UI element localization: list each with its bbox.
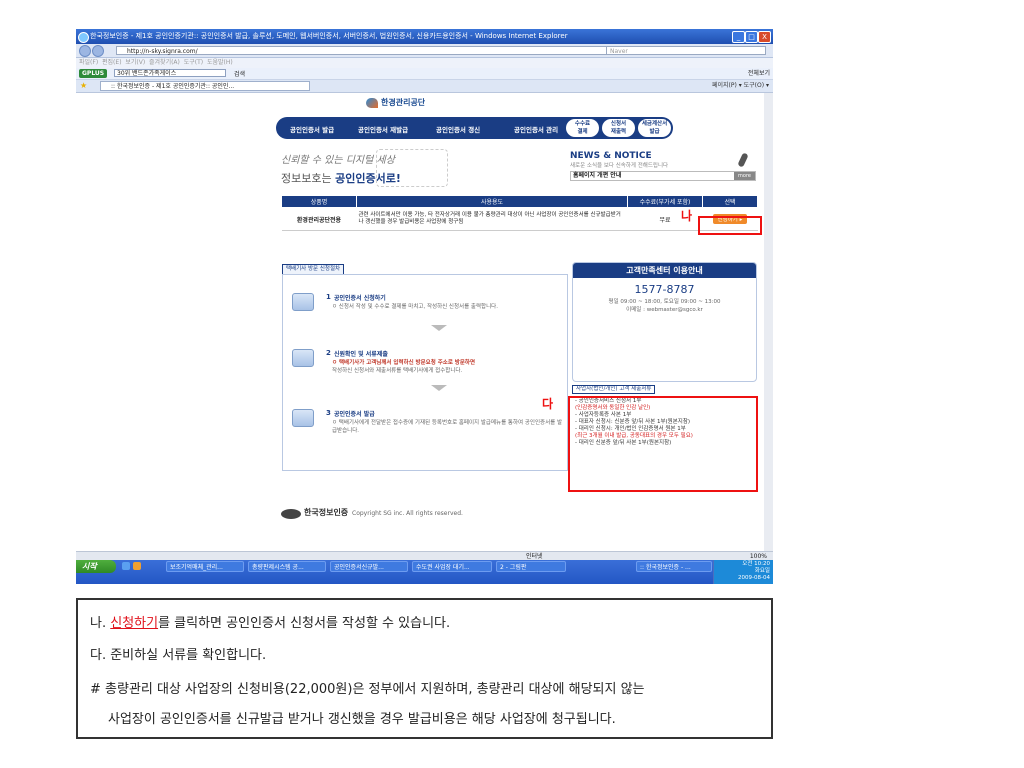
window-title: 한국정보인증 - 제1호 공인인증기관:: 공인인증서 발급, 솔루션, 도메인… [90,32,568,40]
toolbar-search-button[interactable]: 검색 [234,69,245,80]
marker-na: 나 [681,209,693,223]
menu-bar: 파일(F) 편집(E) 보기(V) 즐겨찾기(A) 도구(T) 도움말(H) [76,58,773,68]
window-titlebar: 한국정보인증 - 제1호 공인인증기관:: 공인인증서 발급, 솔루션, 도메인… [76,29,773,44]
task-item[interactable]: 수도권 사업장 대기... [412,561,492,572]
menu-help[interactable]: 도움말(H) [207,59,233,66]
instruction-line-2: 다. 준비하실 서류를 확인합니다. [90,648,267,663]
highlight-box-da [568,396,758,492]
nav-manage[interactable]: 공인인증서 관리 [514,124,558,134]
task-item[interactable]: 총량판제시스템 공... [248,561,326,572]
close-button[interactable]: X [758,31,771,43]
customer-center: 고객만족센터 이용안내 1577-8787 평일 09:00 ~ 18:00, … [572,262,757,382]
quicklaunch-icon[interactable] [133,562,141,570]
taskbar: 시작 보조기억매체_관리... 총량판제시스템 공... 공인인증서신규발...… [76,560,773,584]
nav-reissue[interactable]: 공인인증서 재발급 [358,124,408,134]
page-tools-menu[interactable]: 페이지(P) ▾ 도구(O) ▾ [712,80,769,92]
start-button[interactable]: 시작 [76,560,116,573]
house-icon [292,349,314,367]
system-tray-clock[interactable]: 오전 10:20 화요일 2009-08-04 [713,560,773,584]
product-name: 환경관리공단전용 [281,207,357,231]
city-sketch-image [376,149,448,187]
footer-logo-icon [281,508,301,519]
marker-da: 다 [542,397,554,411]
browser-tab[interactable]: :: 한국정보인증 - 제1호 공인인증기관:: 공인인... [100,81,310,91]
nav-reprint[interactable]: 신청서 재출력 [602,119,635,137]
menu-favorites[interactable]: 즐겨찾기(A) [149,59,180,66]
customer-center-hours: 평일 09:00 ~ 18:00, 토요일 09:00 ~ 13:00 이메일 :… [608,299,721,313]
news-title: NEWS & NOTICE [570,151,652,161]
news-item[interactable]: 홈페이지 개편 안내 more [570,171,756,181]
page-footer: 한국정보인증 Copyright SG inc. All rights rese… [281,507,463,519]
step-title: 공인인증서 신청하기 [334,295,386,302]
arrow-down-icon [431,325,447,331]
back-icon[interactable] [79,45,91,57]
arrow-down-icon [431,385,447,391]
plus-toolbar: GPLUS 30위 밴드존가족게이스 검색 전체보기 [76,68,773,80]
view-all-button[interactable]: 전체보기 [748,68,770,79]
toolbar-combo[interactable]: 30위 밴드존가족게이스 [114,69,226,77]
clock-time: 오전 10:20 [742,561,770,567]
step-desc: ㅇ 택배기사가 고객님께서 입력하신 방문요청 주소로 방문하면 작성하신 신청서… [332,360,476,374]
step-title: 공인인증서 발급 [334,411,375,418]
maximize-button[interactable]: □ [745,31,758,43]
search-input[interactable]: Naver [606,46,766,55]
step-desc: ㅇ 택배기사에게 전달받은 접수증에 기재된 등록번호로 홈페이지 발급메뉴를 … [332,420,563,434]
task-item[interactable]: 공인인증서신규발... [330,561,408,572]
gplus-logo[interactable]: GPLUS [79,69,108,78]
task-item[interactable]: :: 한국정보인증 - ... [636,561,712,572]
nav-tax-invoice[interactable]: 세금계산서 발급 [638,119,671,137]
task-item[interactable]: 보조기억매체_관리... [166,561,244,572]
instruction-line-4: 사업장이 공인인증서를 신규발급 받거나 갱신했을 경우 발급비용은 해당 사업… [108,712,616,727]
certificate-icon [292,409,314,427]
site-logo[interactable]: 한경관리공단 [366,97,425,108]
step-number: 3 [326,409,331,417]
customer-center-title: 고객만족센터 이용안내 [573,263,756,278]
menu-tools[interactable]: 도구(T) [184,59,203,66]
step-title: 신원확인 및 서류제출 [334,351,388,358]
news-more-button[interactable]: more [734,172,755,180]
col-product: 상품명 [281,195,357,208]
col-select: 선택 [702,195,758,208]
highlight-box-na [698,216,762,235]
clock-day: 화요일 [754,568,770,574]
step-number: 2 [326,349,331,357]
nav-fee-pay[interactable]: 수수료 결제 [566,119,599,137]
apply-link[interactable]: 신청하기 [110,616,158,631]
minimize-button[interactable]: _ [732,31,745,43]
news-notice: NEWS & NOTICE 새로운 소식을 보다 신속하게 전해드립니다 홈페이… [570,151,756,181]
quicklaunch-icon[interactable] [122,562,130,570]
docs-title: 사업자(법인/개인) 고객 제출서류 [572,385,656,394]
favorites-star-icon[interactable]: ★ [80,80,87,92]
logo-mark-icon [366,97,378,108]
address-bar: http://n-sky.signra.com/ Naver [76,44,773,58]
web-page: 한경관리공단 공인인증서 발급 공인인증서 재발급 공인인증서 갱신 공인인증서… [76,93,773,551]
forward-icon[interactable] [92,45,104,57]
customer-center-phone: 1577-8787 [634,283,695,296]
task-item[interactable]: 2 - 그림판 [496,561,566,572]
clock-date: 2009-08-04 [738,575,770,581]
application-form-icon [292,293,314,311]
nav-renew[interactable]: 공인인증서 갱신 [436,124,480,134]
logo-text: 한경관리공단 [381,98,426,107]
menu-edit[interactable]: 편집(E) [102,59,122,66]
step-desc: ㅇ 신청서 작성 및 수수료 결제를 마치고, 작성하신 신청서를 출력합니다. [332,304,498,310]
ie-icon [78,32,89,43]
footer-brand: 한국정보인증 [304,508,349,517]
browser-screenshot: 한국정보인증 - 제1호 공인인증기관:: 공인인증서 발급, 솔루션, 도메인… [76,29,773,584]
nav-issue[interactable]: 공인인증서 발급 [290,124,334,134]
tab-bar: ★ :: 한국정보인증 - 제1호 공인인증기관:: 공인인... 페이지(P)… [76,80,773,93]
news-subtitle: 새로운 소식을 보다 신속하게 전해드립니다 [570,163,669,169]
instruction-line-3: # 총량관리 대상 사업장의 신청비용(22,000원)은 정부에서 지원하며,… [90,682,645,697]
instruction-box: 나. 신청하기를 클릭하면 공인인증서 신청서를 작성할 수 있습니다. 다. … [76,598,773,739]
menu-file[interactable]: 파일(F) [79,59,98,66]
main-nav: 공인인증서 발급 공인인증서 재발급 공인인증서 갱신 공인인증서 관리 수수료… [276,117,673,139]
col-fee: 수수료(부가세 포함) [627,195,703,208]
instruction-line-1: 나. 신청하기를 클릭하면 공인인증서 신청서를 작성할 수 있습니다. [90,616,451,631]
product-usage: 관련 사이트에서만 이용 가능, 타 전자상거래 이용 불가 총량관리 대상이 … [356,207,628,231]
step-number: 1 [326,293,331,301]
footer-copyright: Copyright SG inc. All rights reserved. [352,510,463,517]
col-usage: 사용용도 [356,195,628,208]
menu-view[interactable]: 보기(V) [125,59,145,66]
